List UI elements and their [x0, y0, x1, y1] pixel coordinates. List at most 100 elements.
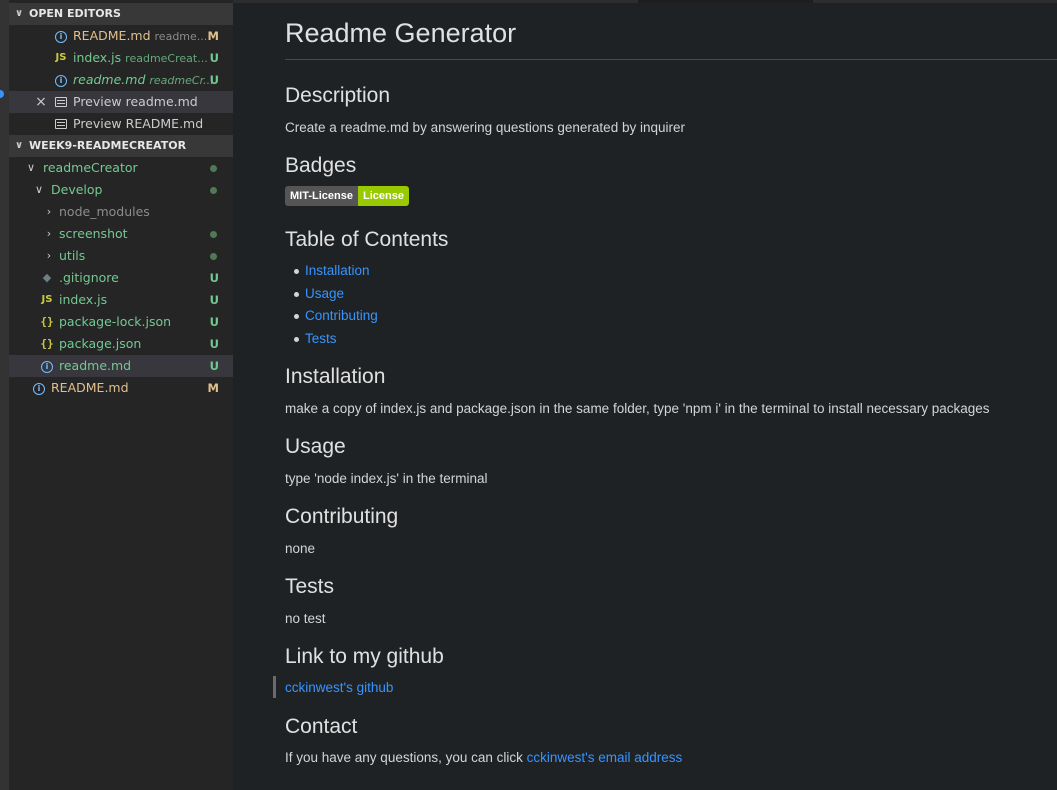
toc-item-tests[interactable]: Tests	[294, 331, 337, 346]
tree-item-label: Develop	[51, 182, 103, 197]
title-divider	[285, 59, 1057, 60]
tree-file-package-json[interactable]: {} package.json U	[9, 333, 233, 355]
blockquote-bar	[273, 676, 276, 698]
tree-item-label: package.json	[59, 336, 142, 351]
contributing-heading: Contributing	[285, 505, 399, 528]
chevron-down-icon: ∨	[26, 161, 36, 174]
open-editor-readme-lower[interactable]: i readme.md readmeCr... U	[9, 69, 233, 91]
tree-file-gitignore[interactable]: ◆ .gitignore U	[9, 267, 233, 289]
contact-sentence: If you have any questions, you can click	[285, 750, 527, 765]
git-status-dot	[210, 187, 217, 194]
contributing-text: none	[285, 541, 316, 556]
installation-text: make a copy of index.js and package.json…	[285, 401, 990, 416]
close-icon[interactable]: ×	[33, 91, 49, 113]
preview-icon	[53, 91, 69, 113]
email-link[interactable]: cckinwest's email address	[527, 750, 683, 765]
info-icon: i	[53, 25, 69, 47]
tests-text: no test	[285, 611, 326, 626]
tree-item-label: package-lock.json	[59, 314, 172, 329]
tree-item-label: readmeCreator	[43, 160, 138, 175]
chevron-right-icon: ›	[46, 227, 52, 240]
activity-indicator	[0, 90, 4, 98]
github-heading: Link to my github	[285, 645, 444, 668]
open-editors-header[interactable]: ∨ OPEN EDITORS	[9, 3, 233, 25]
git-status-badge: U	[209, 73, 219, 87]
open-editor-desc: readme...	[154, 30, 208, 43]
git-status-badge: U	[209, 315, 219, 329]
chevron-right-icon: ›	[46, 205, 52, 218]
tree-item-label: readme.md	[59, 358, 132, 373]
open-editors-title: OPEN EDITORS	[29, 7, 121, 20]
git-status-dot	[210, 165, 217, 172]
tests-heading: Tests	[285, 575, 335, 598]
description-heading: Description	[285, 84, 391, 107]
usage-text: type 'node index.js' in the terminal	[285, 471, 488, 486]
open-editor-label: index.js	[73, 50, 122, 65]
open-editor-label: README.md	[73, 28, 151, 43]
markdown-preview: Readme Generator Description Create a re…	[233, 3, 1057, 790]
open-editor-label: Preview readme.md	[73, 94, 198, 109]
license-badge-value: License	[357, 186, 409, 206]
license-badge-label: MIT-License	[285, 186, 358, 206]
tree-folder-node-modules[interactable]: › node_modules	[9, 201, 233, 223]
tree-file-readme-lower[interactable]: i readme.md U	[9, 355, 233, 377]
js-icon: JS	[41, 294, 53, 305]
chevron-right-icon: ›	[46, 249, 52, 262]
workspace-title: WEEK9-READMECREATOR	[29, 139, 187, 152]
tree-folder-utils[interactable]: › utils	[9, 245, 233, 267]
git-status-badge: M	[207, 381, 219, 395]
tree-folder-readmecreator[interactable]: ∨ readmeCreator	[9, 157, 233, 179]
js-icon: JS	[55, 52, 67, 63]
git-icon: ◆	[42, 271, 52, 284]
open-editor-desc: readmeCreat...	[125, 52, 208, 65]
git-status-badge: U	[209, 337, 219, 351]
open-editor-preview-readme[interactable]: × Preview readme.md	[9, 91, 233, 113]
tree-folder-screenshot[interactable]: › screenshot	[9, 223, 233, 245]
tree-folder-develop[interactable]: ∨ Develop	[9, 179, 233, 201]
git-status-badge: U	[209, 271, 219, 285]
tree-file-indexjs[interactable]: JS index.js U	[9, 289, 233, 311]
chevron-down-icon: ∨	[14, 140, 24, 151]
json-icon: {}	[40, 315, 54, 328]
tree-item-label: screenshot	[59, 226, 128, 241]
open-editor-label: readme.md	[73, 72, 146, 87]
tree-item-label: index.js	[59, 292, 108, 307]
chevron-down-icon: ∨	[14, 8, 24, 19]
contact-text: If you have any questions, you can click…	[285, 750, 682, 765]
open-editor-preview-readme-upper[interactable]: Preview README.md	[9, 113, 233, 135]
tree-item-label: .gitignore	[59, 270, 119, 285]
git-status-badge: U	[209, 51, 219, 65]
info-icon: i	[31, 377, 47, 399]
explorer-sidebar: ∨ OPEN EDITORS i README.md readme... M JS…	[9, 0, 233, 790]
usage-heading: Usage	[285, 435, 346, 458]
open-editor-readme-upper[interactable]: i README.md readme... M	[9, 25, 233, 47]
git-status-dot	[210, 231, 217, 238]
tree-file-package-lock[interactable]: {} package-lock.json U	[9, 311, 233, 333]
tree-file-readme-upper[interactable]: i README.md M	[9, 377, 233, 399]
info-icon: i	[53, 69, 69, 91]
open-editor-desc: readmeCr...	[149, 74, 214, 87]
license-badge: MIT-License License	[285, 186, 409, 206]
toc-item-usage[interactable]: Usage	[293, 286, 344, 301]
git-status-badge: U	[209, 359, 219, 373]
workspace-header[interactable]: ∨ WEEK9-READMECREATOR	[9, 135, 233, 157]
description-text: Create a readme.md by answering question…	[285, 120, 685, 135]
preview-icon	[53, 113, 69, 135]
badges-heading: Badges	[285, 154, 357, 177]
toc-heading: Table of Contents	[285, 228, 449, 251]
git-status-dot	[210, 253, 217, 260]
activity-bar	[0, 0, 9, 790]
open-editor-label: Preview README.md	[73, 116, 204, 131]
tree-item-label: utils	[59, 248, 86, 263]
git-status-badge: U	[209, 293, 219, 307]
github-link[interactable]: cckinwest's github	[285, 680, 393, 695]
page-title: Readme Generator	[285, 18, 517, 48]
open-editor-indexjs[interactable]: JS index.js readmeCreat... U	[9, 47, 233, 69]
json-icon: {}	[40, 337, 54, 350]
tree-item-label: README.md	[51, 380, 129, 395]
toc-item-installation[interactable]: Installation	[294, 263, 370, 278]
git-status-badge: M	[207, 29, 219, 43]
toc-item-contributing[interactable]: Contributing	[294, 308, 378, 323]
chevron-down-icon: ∨	[34, 183, 44, 196]
tree-item-label: node_modules	[59, 204, 150, 219]
